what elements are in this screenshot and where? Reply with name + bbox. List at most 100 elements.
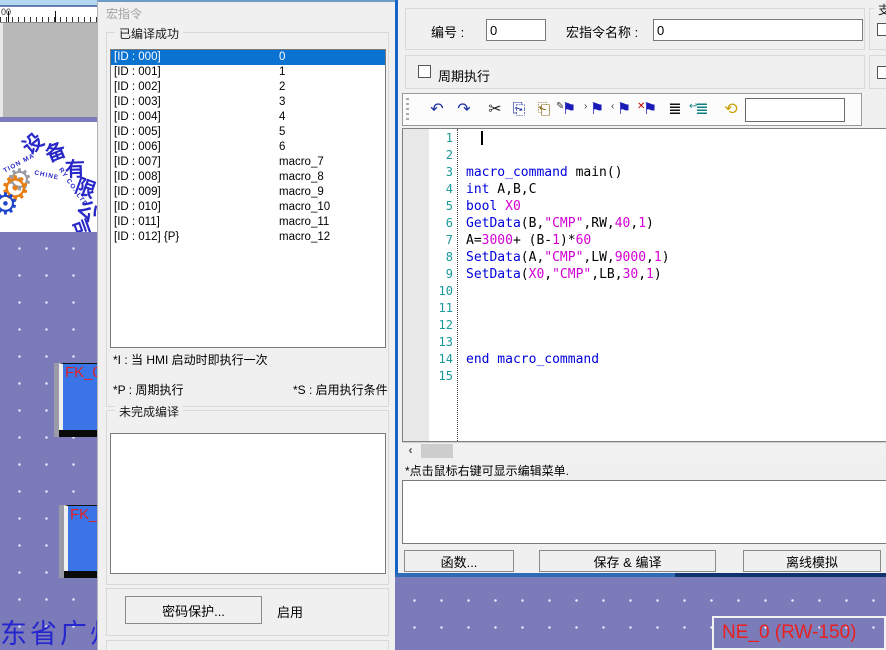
- next-bookmark-icon[interactable]: ⚑›: [585, 97, 609, 122]
- macro-list-item[interactable]: [ID : 003]3: [111, 95, 385, 110]
- password-protect-button[interactable]: 密码保护...: [125, 596, 262, 624]
- toolbar-search-input[interactable]: [745, 98, 845, 122]
- macro-list-item[interactable]: [ID : 009]macro_9: [111, 185, 385, 200]
- clear-bookmarks-icon[interactable]: ⚑✕: [638, 97, 662, 122]
- line-number: 5: [429, 198, 453, 215]
- identity-group: 编号 : 宏指令名称 :: [405, 8, 865, 50]
- password-group: 密码保护... 启用: [106, 588, 389, 636]
- code-line[interactable]: SetData(A,"CMP",LW,9000,1): [466, 249, 670, 266]
- macro-list-item[interactable]: [ID : 000]0: [111, 50, 385, 65]
- code-token: ,LW,: [583, 250, 614, 265]
- periodic-checkbox-label: 周期执行: [438, 66, 490, 85]
- code-token: "CMP": [544, 250, 583, 265]
- code-line[interactable]: bool X0: [466, 198, 521, 215]
- editor-horizontal-scrollbar[interactable]: ‹: [402, 442, 886, 458]
- uncompiled-list[interactable]: [110, 433, 386, 574]
- logo-en-arc: CHINE: [34, 169, 60, 181]
- macro-name-input[interactable]: [653, 19, 863, 41]
- line-number: 7: [429, 232, 453, 249]
- code-line[interactable]: macro_command main(): [466, 164, 623, 181]
- macro-list-item[interactable]: [ID : 006]6: [111, 140, 385, 155]
- line-number: 13: [429, 334, 453, 351]
- code-token: X0: [529, 267, 545, 282]
- macro-list-dialog: 宏指令 已编译成功 [ID : 000]0[ID : 001]1[ID : 00…: [97, 0, 395, 650]
- compiled-list[interactable]: [ID : 000]0[ID : 001]1[ID : 002]2[ID : 0…: [110, 49, 386, 348]
- code-line[interactable]: int A,B,C: [466, 181, 536, 198]
- code-token: ,: [544, 267, 552, 282]
- macro-list-item[interactable]: [ID : 012] {P}macro_12: [111, 230, 385, 245]
- macro-list-item[interactable]: [ID : 005]5: [111, 125, 385, 140]
- cut-icon[interactable]: ✂: [483, 97, 507, 122]
- function-key-widget-fk0[interactable]: FK_0: [59, 363, 97, 437]
- macro-list-item[interactable]: [ID : 007]macro_7: [111, 155, 385, 170]
- save-compile-button[interactable]: 保存 & 编译: [539, 550, 716, 572]
- dialog-title: 宏指令: [106, 5, 142, 22]
- code-token: (A,: [521, 250, 544, 265]
- code-token: )*: [560, 233, 576, 248]
- scroll-left-arrow[interactable]: ‹: [402, 443, 419, 459]
- code-token: 60: [576, 233, 592, 248]
- canvas-text-object: 东省广州: [0, 612, 97, 650]
- code-token: bool: [466, 199, 497, 214]
- code-line[interactable]: A=3000+ (B-1)*60: [466, 232, 591, 249]
- toggle-bookmark-icon[interactable]: ⚑✎: [557, 97, 581, 122]
- code-token: macro_command: [466, 165, 568, 180]
- code-line[interactable]: SetData(X0,"CMP",LB,30,1): [466, 266, 662, 283]
- macro-list-item[interactable]: [ID : 001]1: [111, 65, 385, 80]
- side-checkbox-1[interactable]: [877, 23, 886, 36]
- code-token: SetData: [466, 250, 521, 265]
- line-number: 10: [429, 283, 453, 300]
- note-condition: *S : 启用执行条件: [293, 381, 388, 398]
- code-token: ): [654, 267, 662, 282]
- find-replace-icon[interactable]: ⟲: [719, 97, 743, 122]
- macro-list-item[interactable]: [ID : 002]2: [111, 80, 385, 95]
- paste-icon[interactable]: ⎗: [532, 97, 556, 122]
- uncompiled-group-label: 未完成编译: [115, 403, 183, 420]
- numeric-entry-widget[interactable]: NE_0 (RW-150): [712, 616, 886, 650]
- code-token: ,: [646, 250, 654, 265]
- undo-icon[interactable]: ↶: [425, 97, 449, 122]
- line-number: 8: [429, 249, 453, 266]
- macro-list-item[interactable]: [ID : 008]macro_8: [111, 170, 385, 185]
- line-number: 2: [429, 147, 453, 164]
- code-editor[interactable]: 123macro_command main()4int A,B,C5bool X…: [402, 128, 886, 442]
- macro-list-item[interactable]: [ID : 010]macro_10: [111, 200, 385, 215]
- periodic-checkbox[interactable]: [418, 65, 431, 78]
- uncompiled-group: 未完成编译: [106, 410, 389, 585]
- outdent-icon-overlay: ↩: [689, 94, 697, 119]
- macro-list-item[interactable]: [ID : 004]4: [111, 110, 385, 125]
- note-startup: *I : 当 HMI 启动时即执行一次: [113, 351, 268, 368]
- offline-sim-button[interactable]: 离线模拟: [743, 550, 881, 572]
- line-number: 6: [429, 215, 453, 232]
- note-periodic: *P : 周期执行: [113, 381, 183, 398]
- macro-list-item[interactable]: [ID : 011]macro_11: [111, 215, 385, 230]
- macro-id-input[interactable]: [486, 19, 546, 41]
- macro-name-label: 宏指令名称 :: [566, 22, 638, 41]
- code-token: [497, 199, 505, 214]
- indent-icon[interactable]: ≣: [663, 97, 687, 122]
- horizontal-ruler: 00: [0, 7, 97, 23]
- side-checkbox-2[interactable]: [877, 66, 886, 79]
- toolbar-grip[interactable]: [406, 98, 409, 122]
- code-token: X0: [505, 199, 521, 214]
- ruler-label: 00: [1, 7, 11, 17]
- code-line[interactable]: end macro_command: [466, 351, 599, 368]
- code-line[interactable]: GetData(B,"CMP",RW,40,1): [466, 215, 654, 232]
- outdent-icon[interactable]: ≣↩: [690, 97, 714, 122]
- macro-editor-dialog: 编号 : 宏指令名称 : 周期执行 支 ↶↷✂⎘⎗⚑✎⚑›⚑‹⚑✕≣≣↩⟲ 12…: [395, 0, 886, 577]
- compile-message-box: [402, 480, 886, 544]
- code-token: ): [662, 250, 670, 265]
- code-token: (B,: [521, 216, 544, 231]
- editor-separator: [457, 129, 458, 441]
- editor-gutter: [403, 129, 429, 441]
- scrollbar-thumb[interactable]: [421, 444, 453, 458]
- line-number: 12: [429, 317, 453, 334]
- copy-icon[interactable]: ⎘: [507, 97, 531, 122]
- redo-icon[interactable]: ↷: [452, 97, 476, 122]
- line-number: 3: [429, 164, 453, 181]
- code-token: GetData: [466, 216, 521, 231]
- functions-button[interactable]: 函数...: [404, 550, 514, 572]
- prev-bookmark-icon[interactable]: ⚑‹: [612, 97, 636, 122]
- periodic-group: 周期执行: [405, 55, 865, 89]
- function-key-widget-fk2[interactable]: FK_2: [64, 505, 97, 578]
